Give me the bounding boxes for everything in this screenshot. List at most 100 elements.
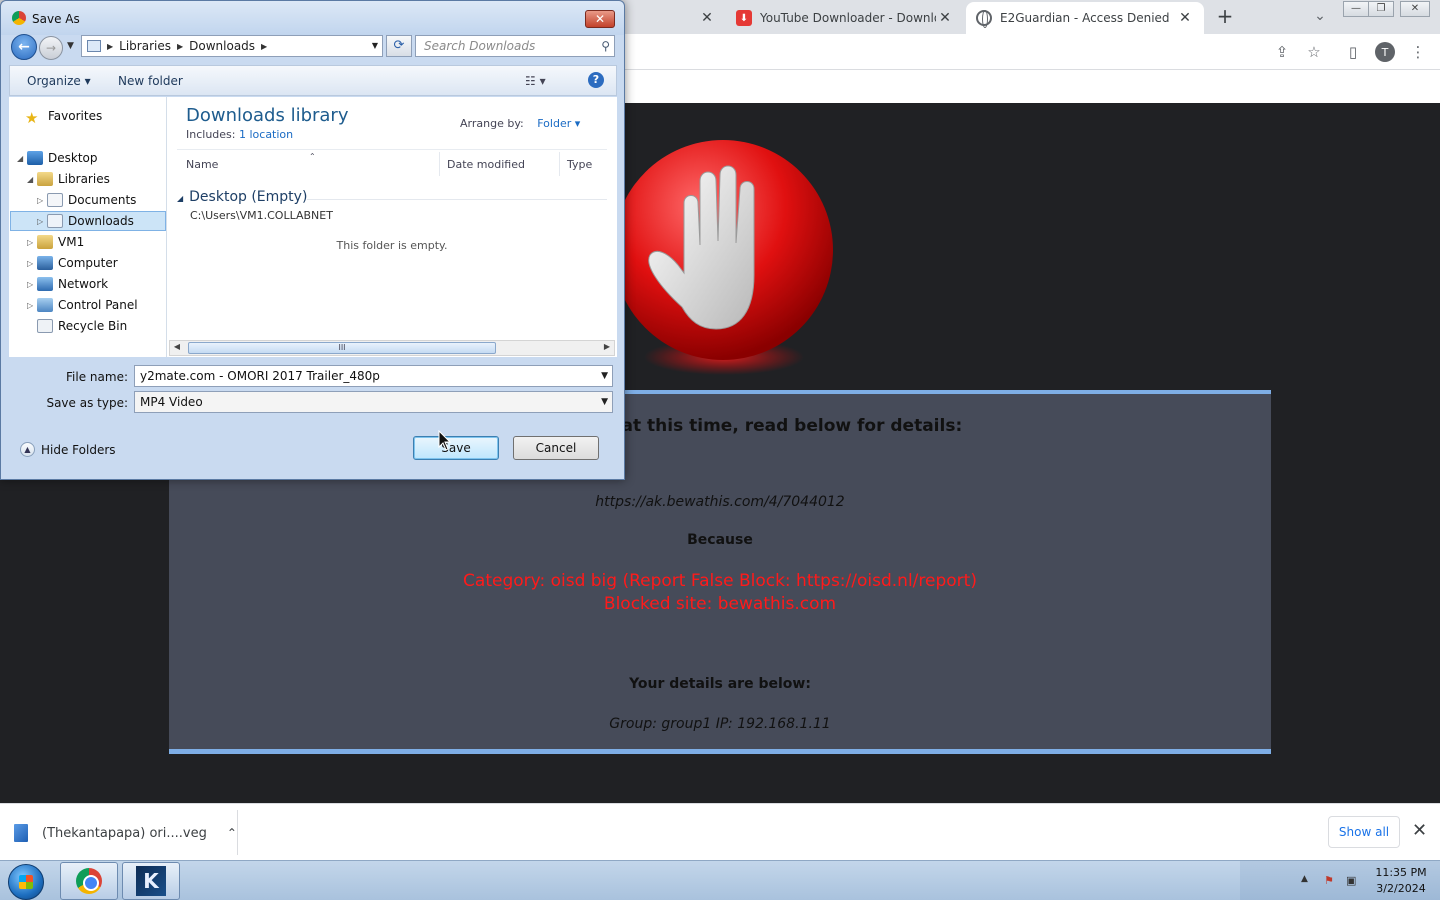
tree-item-documents[interactable]: ▷ Documents (37, 190, 136, 210)
chrome-icon (12, 11, 26, 25)
tab-search-button[interactable]: ⌄ (1309, 5, 1331, 27)
chevron-right-icon[interactable]: ▶ (177, 42, 183, 51)
breadcrumb-libraries[interactable]: Libraries (119, 39, 171, 53)
scroll-right-icon[interactable]: ▶ (600, 342, 614, 351)
network-icon[interactable]: ▣ (1346, 874, 1356, 887)
tree-item-libraries[interactable]: ◢ Libraries (27, 169, 110, 189)
tab-close-icon[interactable]: ✕ (936, 10, 954, 26)
cancel-button[interactable]: Cancel (513, 436, 599, 460)
expand-icon[interactable]: ▷ (27, 259, 37, 268)
help-icon[interactable]: ? (588, 72, 604, 88)
tree-item-computer[interactable]: ▷ Computer (27, 253, 118, 273)
minimize-button[interactable]: — (1343, 1, 1369, 17)
maximize-button[interactable]: ❐ (1368, 1, 1394, 17)
documents-icon (47, 193, 63, 207)
recent-locations-dropdown[interactable]: ▼ (67, 41, 74, 51)
scroll-thumb[interactable]: III (188, 342, 496, 354)
file-name-field[interactable]: y2mate.com - OMORI 2017 Trailer_480p ▼ (134, 365, 613, 387)
tab-youtube-downloader[interactable]: ⬇ YouTube Downloader - Download ✕ (726, 2, 964, 34)
download-item[interactable]: (Thekantapapa) ori....veg ⌃ (14, 818, 237, 848)
arrange-by-dropdown[interactable]: Folder ▾ (537, 117, 580, 130)
collapse-icon[interactable]: ◢ (27, 175, 37, 184)
tree-item-downloads[interactable]: ▷ Downloads (10, 211, 166, 231)
new-tab-button[interactable]: + (1214, 4, 1236, 28)
downloads-icon (47, 214, 63, 228)
column-name[interactable]: Name (186, 158, 218, 171)
tree-item-control-panel[interactable]: ▷ Control Panel (27, 295, 138, 315)
empty-folder-message: This folder is empty. (336, 239, 448, 252)
sidebar-icon[interactable]: ▯ (1342, 41, 1364, 63)
start-button[interactable] (8, 864, 44, 900)
expand-icon[interactable]: ▷ (37, 196, 47, 205)
chevron-down-icon[interactable]: ▼ (601, 366, 608, 386)
chevron-right-icon[interactable]: ▶ (261, 42, 267, 51)
tab-e2guardian[interactable]: E2Guardian - Access Denied ✕ (966, 2, 1204, 34)
organize-button[interactable]: Organize ▾ (27, 74, 91, 88)
includes-locations-link[interactable]: 1 location (239, 128, 293, 141)
tab-title: YouTube Downloader - Download (760, 11, 936, 25)
forward-button[interactable]: → (39, 36, 63, 60)
taskbar-app[interactable]: K (122, 862, 180, 900)
chevron-down-icon[interactable]: ▼ (372, 41, 378, 50)
new-folder-button[interactable]: New folder (118, 74, 183, 88)
expand-icon[interactable]: ▷ (37, 217, 47, 226)
breadcrumb-downloads[interactable]: Downloads (189, 39, 255, 53)
search-input[interactable]: Search Downloads ⚲ (415, 35, 615, 57)
share-icon[interactable]: ⇪ (1271, 41, 1293, 63)
search-icon[interactable]: ⚲ (601, 36, 610, 56)
group-header[interactable]: ◢ Desktop (Empty) (177, 189, 307, 205)
tray-expand-icon[interactable]: ▲ (1301, 874, 1308, 884)
collapse-icon[interactable]: ◢ (17, 154, 27, 163)
address-bar[interactable]: ▶ Libraries ▶ Downloads ▶ ▼ (81, 35, 383, 57)
control-panel-icon (37, 298, 53, 312)
dialog-titlebar[interactable]: Save As ✕ (1, 1, 624, 35)
tree-label: VM1 (58, 235, 85, 249)
column-date-modified[interactable]: Date modified (447, 158, 525, 171)
divider (237, 810, 238, 855)
collapse-icon[interactable]: ◢ (177, 194, 183, 203)
menu-icon[interactable]: ⋮ (1407, 41, 1429, 63)
tree-item-favorites[interactable]: ★ Favorites (25, 106, 102, 127)
clock[interactable]: 11:35 PM 3/2/2024 (1366, 865, 1436, 897)
chevron-right-icon[interactable]: ▶ (107, 42, 113, 51)
taskbar-chrome[interactable] (60, 862, 118, 900)
tree-item-recycle-bin[interactable]: Recycle Bin (37, 316, 127, 336)
save-type-label: Save as type: (46, 396, 128, 410)
file-name-label: File name: (66, 370, 128, 384)
scroll-left-icon[interactable]: ◀ (170, 342, 184, 351)
tree-item-vm1[interactable]: ▷ VM1 (27, 232, 84, 252)
expand-icon[interactable]: ▷ (27, 280, 37, 289)
tree-item-desktop[interactable]: ◢ Desktop (17, 148, 98, 168)
refresh-button[interactable]: ⟳ (386, 35, 412, 57)
horizontal-scrollbar[interactable]: ◀ III ▶ (169, 340, 615, 356)
tree-label: Desktop (48, 151, 98, 165)
browser-tab[interactable]: ✕ (626, 2, 726, 34)
chevron-down-icon[interactable]: ▼ (601, 392, 608, 412)
save-button[interactable]: Save (413, 436, 499, 460)
download-shelf: (Thekantapapa) ori....veg ⌃ Show all ✕ (0, 803, 1440, 860)
change-view-icon[interactable]: ☷ ▾ (525, 74, 546, 88)
tree-item-network[interactable]: ▷ Network (27, 274, 108, 294)
action-center-flag-icon[interactable]: ⚑ (1324, 874, 1334, 887)
hide-folders-button[interactable]: ▲ Hide Folders (20, 442, 116, 457)
back-button[interactable]: ← (11, 34, 37, 60)
tab-close-icon[interactable]: ✕ (698, 10, 716, 26)
star-icon: ★ (25, 109, 39, 127)
dialog-close-button[interactable]: ✕ (585, 10, 615, 28)
star-icon[interactable]: ☆ (1303, 41, 1325, 63)
file-name-value: y2mate.com - OMORI 2017 Trailer_480p (140, 369, 380, 383)
tab-close-icon[interactable]: ✕ (1176, 10, 1194, 26)
show-all-button[interactable]: Show all (1328, 816, 1400, 848)
block-category: Category: oisd big (Report False Block: … (463, 571, 977, 591)
arrange-by: Arrange by: Folder ▾ (460, 117, 580, 130)
profile-avatar[interactable]: T (1375, 42, 1395, 62)
library-title: Downloads library (186, 105, 349, 126)
save-type-select[interactable]: MP4 Video ▼ (134, 391, 613, 413)
chevron-up-icon[interactable]: ⌃ (227, 826, 237, 840)
column-type[interactable]: Type (567, 158, 592, 171)
window-close-button[interactable]: ✕ (1400, 1, 1430, 17)
expand-icon[interactable]: ▷ (27, 238, 37, 247)
expand-icon[interactable]: ▷ (27, 301, 37, 310)
close-icon[interactable]: ✕ (1412, 820, 1427, 841)
because-label: Because (687, 532, 753, 548)
